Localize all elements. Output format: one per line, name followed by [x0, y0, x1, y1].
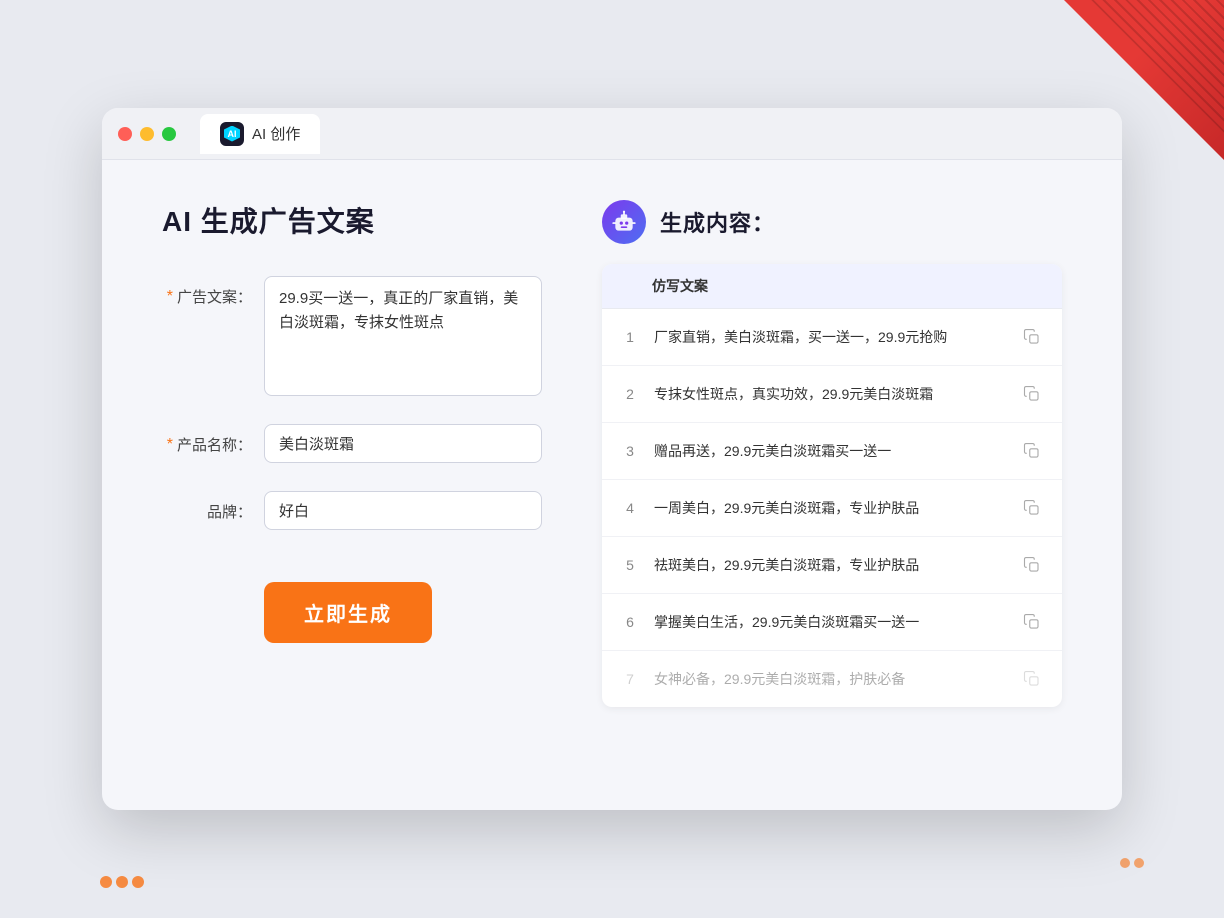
result-header: 生成内容：	[602, 200, 1062, 244]
ad-copy-label-text: 广告文案：	[177, 286, 252, 307]
table-row: 3 赠品再送，29.9元美白淡斑霜买一送一	[602, 423, 1062, 480]
table-row: 4 一周美白，29.9元美白淡斑霜，专业护肤品	[602, 480, 1062, 537]
row-number: 3	[618, 443, 642, 459]
ad-copy-textarea[interactable]: 29.9买一送一，真正的厂家直销，美白淡斑霜，专抹女性斑点	[264, 276, 542, 396]
result-title: 生成内容：	[660, 206, 775, 238]
right-panel: 生成内容： 仿写文案 1 厂家直销，美白淡斑霜，买一送一，29.9元抢购 2 专…	[602, 200, 1062, 770]
table-row: 6 掌握美白生活，29.9元美白淡斑霜买一送一	[602, 594, 1062, 651]
tab-icon-text: AI	[228, 129, 237, 139]
row-number: 6	[618, 614, 642, 630]
brand-label-text: 品牌：	[207, 501, 252, 522]
maximize-button[interactable]	[162, 127, 176, 141]
copy-icon[interactable]	[1018, 551, 1046, 579]
titlebar: AI AI 创作	[102, 108, 1122, 160]
generate-button[interactable]: 立即生成	[264, 582, 432, 643]
form-group-brand: 品牌：	[162, 491, 542, 530]
form-group-ad-copy: * 广告文案： 29.9买一送一，真正的厂家直销，美白淡斑霜，专抹女性斑点	[162, 276, 542, 396]
table-row: 5 祛斑美白，29.9元美白淡斑霜，专业护肤品	[602, 537, 1062, 594]
tab-ai-creation[interactable]: AI AI 创作	[200, 114, 320, 154]
ad-copy-label: * 广告文案：	[162, 276, 252, 307]
product-name-required-star: *	[167, 436, 173, 454]
brand-input[interactable]	[264, 491, 542, 530]
brand-label: 品牌：	[162, 491, 252, 522]
browser-window: AI AI 创作 AI 生成广告文案 * 广告文案： 29.9买一送一，真正的厂…	[102, 108, 1122, 810]
robot-icon	[602, 200, 646, 244]
row-number: 4	[618, 500, 642, 516]
row-number: 2	[618, 386, 642, 402]
row-text: 掌握美白生活，29.9元美白淡斑霜买一送一	[654, 612, 1006, 633]
close-button[interactable]	[118, 127, 132, 141]
tab-ai-icon: AI	[220, 122, 244, 146]
row-text: 祛斑美白，29.9元美白淡斑霜，专业护肤品	[654, 555, 1006, 576]
table-row: 2 专抹女性斑点，真实功效，29.9元美白淡斑霜	[602, 366, 1062, 423]
result-table: 仿写文案 1 厂家直销，美白淡斑霜，买一送一，29.9元抢购 2 专抹女性斑点，…	[602, 264, 1062, 707]
product-name-label-text: 产品名称：	[177, 434, 252, 455]
form-group-product-name: * 产品名称：	[162, 424, 542, 463]
copy-icon[interactable]	[1018, 437, 1046, 465]
copy-icon[interactable]	[1018, 494, 1046, 522]
row-number: 1	[618, 329, 642, 345]
row-number: 7	[618, 671, 642, 687]
ad-copy-required-star: *	[167, 288, 173, 306]
product-name-label: * 产品名称：	[162, 424, 252, 455]
table-row: 7 女神必备，29.9元美白淡斑霜，护肤必备	[602, 651, 1062, 707]
row-number: 5	[618, 557, 642, 573]
row-text: 厂家直销，美白淡斑霜，买一送一，29.9元抢购	[654, 327, 1006, 348]
copy-icon[interactable]	[1018, 380, 1046, 408]
main-content: AI 生成广告文案 * 广告文案： 29.9买一送一，真正的厂家直销，美白淡斑霜…	[102, 160, 1122, 810]
row-text: 赠品再送，29.9元美白淡斑霜买一送一	[654, 441, 1006, 462]
copy-icon[interactable]	[1018, 665, 1046, 693]
decorative-dots-br	[1120, 858, 1144, 868]
decorative-dots-bl	[100, 876, 144, 888]
tab-label: AI 创作	[252, 123, 300, 144]
row-text: 一周美白，29.9元美白淡斑霜，专业护肤品	[654, 498, 1006, 519]
minimize-button[interactable]	[140, 127, 154, 141]
product-name-input[interactable]	[264, 424, 542, 463]
page-title: AI 生成广告文案	[162, 200, 542, 240]
copy-icon[interactable]	[1018, 323, 1046, 351]
row-text: 专抹女性斑点，真实功效，29.9元美白淡斑霜	[654, 384, 1006, 405]
table-row: 1 厂家直销，美白淡斑霜，买一送一，29.9元抢购	[602, 309, 1062, 366]
result-table-header: 仿写文案	[602, 264, 1062, 309]
copy-icon[interactable]	[1018, 608, 1046, 636]
result-rows-container: 1 厂家直销，美白淡斑霜，买一送一，29.9元抢购 2 专抹女性斑点，真实功效，…	[602, 309, 1062, 707]
traffic-lights	[118, 127, 176, 141]
row-text: 女神必备，29.9元美白淡斑霜，护肤必备	[654, 669, 1006, 690]
left-panel: AI 生成广告文案 * 广告文案： 29.9买一送一，真正的厂家直销，美白淡斑霜…	[162, 200, 542, 770]
